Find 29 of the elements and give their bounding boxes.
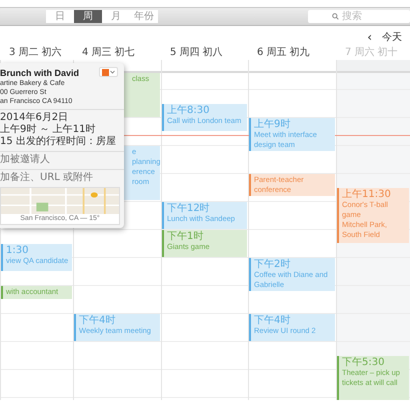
event-time: 下午12时 bbox=[167, 203, 211, 214]
event-date: 2014年6月2日 bbox=[0, 112, 70, 124]
previous-week-button[interactable]: ‹ bbox=[367, 29, 372, 44]
event-time: 下午5:30 bbox=[342, 357, 386, 368]
event-time: 上午8:30 bbox=[167, 105, 210, 116]
caret-icon bbox=[110, 70, 115, 74]
today-button[interactable]: 今天 bbox=[382, 29, 402, 44]
event-time-range: 上午9时 ～ 上午11时 bbox=[0, 124, 96, 136]
add-invitees-link[interactable]: 加被邀请人 bbox=[0, 154, 124, 166]
day-header: 4 周三 初七 bbox=[81, 46, 136, 59]
search-input[interactable]: 搜索 bbox=[342, 10, 388, 23]
day-header: 3 周二 初六 bbox=[8, 46, 63, 59]
event-time: 下午4时 bbox=[79, 315, 116, 326]
day-header: 7 周六 初十 bbox=[344, 46, 399, 59]
event-time: 下午4时 bbox=[254, 315, 292, 326]
search-icon bbox=[332, 13, 339, 20]
popover-title: Brunch with David bbox=[0, 67, 80, 79]
event-time: 下午2时 bbox=[254, 259, 292, 270]
day-header: 6 周五 初九 bbox=[256, 46, 311, 59]
event-time: 上午9时 bbox=[254, 119, 292, 130]
travel-time: 15 出发的行程时间：房屋 bbox=[0, 136, 117, 148]
event-time: 下午1时 bbox=[167, 231, 204, 242]
event-time: 上午11:30 bbox=[342, 189, 392, 200]
event-time: 1:30 bbox=[6, 245, 30, 256]
calendar-color-picker[interactable] bbox=[99, 67, 118, 77]
search-field[interactable]: 搜索 bbox=[308, 10, 410, 23]
add-notes-link[interactable]: 加备注、URL 或附件 bbox=[0, 172, 124, 184]
view-tab[interactable]: 周 bbox=[74, 10, 102, 23]
day-header: 5 周四 初八 bbox=[169, 46, 224, 59]
